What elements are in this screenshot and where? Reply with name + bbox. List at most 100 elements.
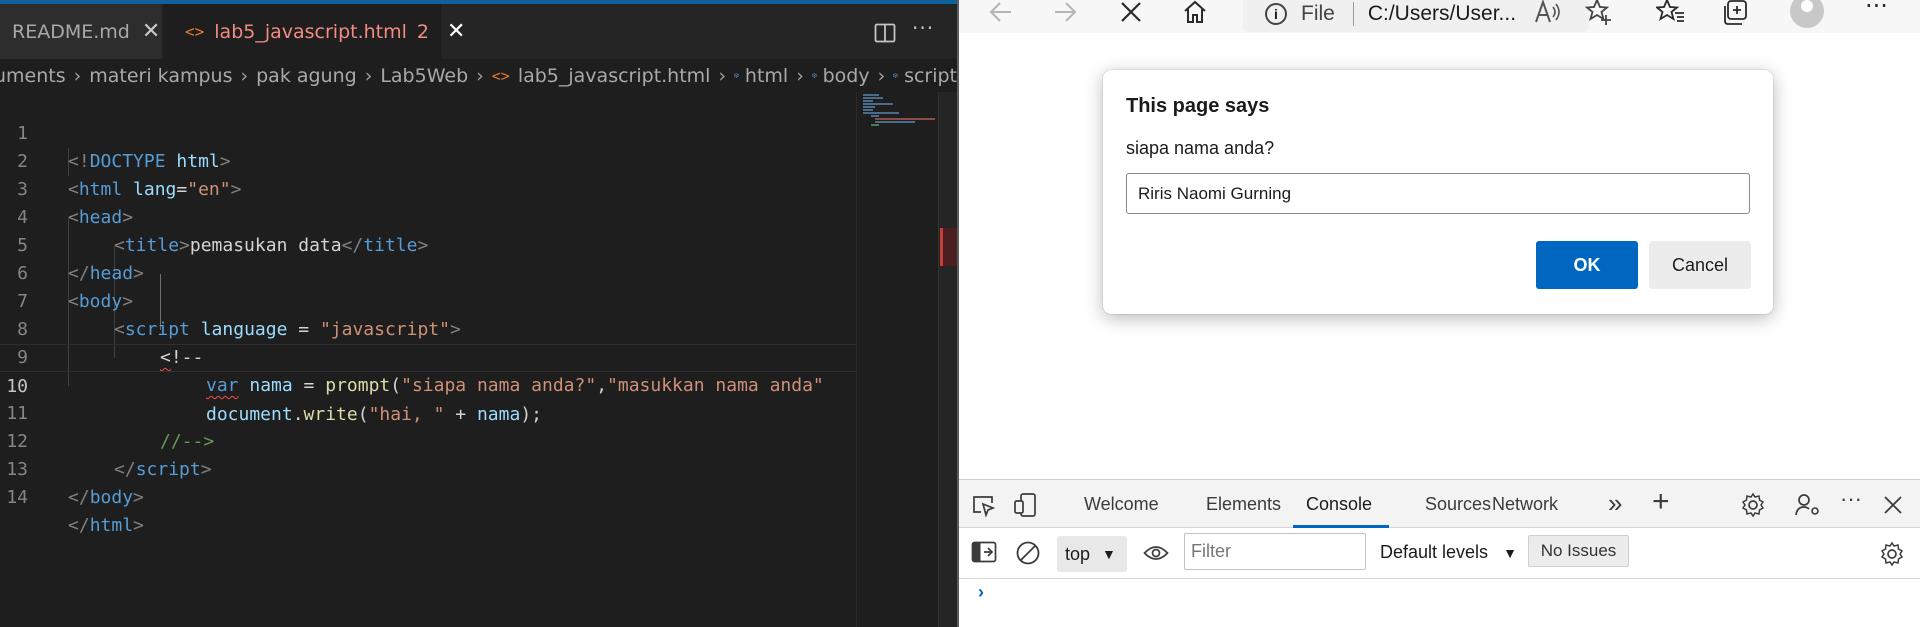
element-cube-icon <box>893 73 898 78</box>
line-number: 14 <box>6 487 28 508</box>
dropdown-arrow-icon: ▼ <box>1503 545 1517 561</box>
chevron-right-icon: › <box>240 64 249 87</box>
close-devtools-icon[interactable] <box>1883 495 1903 515</box>
more-tabs-icon[interactable]: » <box>1608 488 1622 519</box>
tab-readme[interactable]: README.md ✕ <box>0 4 161 59</box>
code-line: 11 //--> <box>0 372 856 452</box>
code-line: 13 </body> <box>0 428 856 508</box>
code-line: 5 </head> <box>0 204 856 284</box>
breadcrumb-item[interactable]: lab5_javascript.html <box>518 65 711 87</box>
chevron-right-icon: › <box>718 64 727 87</box>
code-editor[interactable]: 1 <!DOCTYPE html> 2 <html lang="en"> 3 <… <box>0 92 957 627</box>
breadcrumb-item[interactable]: body <box>823 65 870 87</box>
dialog-title: This page says <box>1126 95 1270 117</box>
ok-button[interactable]: OK <box>1536 241 1638 289</box>
cancel-button[interactable]: Cancel <box>1649 241 1751 289</box>
tab-label: lab5_javascript.html <box>214 20 407 43</box>
breadcrumb-item[interactable]: materi kampus <box>89 65 232 87</box>
device-emulation-icon[interactable] <box>1013 492 1039 518</box>
read-aloud-icon[interactable] <box>1533 0 1563 26</box>
split-editor-icon[interactable] <box>874 22 896 44</box>
code-line: 8 <!-- <box>0 288 856 368</box>
context-value: top <box>1065 543 1091 564</box>
inspect-element-icon[interactable] <box>971 494 997 518</box>
address-prefix: File <box>1301 2 1335 25</box>
code-content: </body> <box>68 487 144 508</box>
tab-console[interactable]: Console <box>1306 494 1372 515</box>
problems-count-badge: 2 <box>416 20 430 43</box>
profile-avatar[interactable] <box>1790 0 1824 28</box>
code-line: 1 <!DOCTYPE html> <box>0 92 856 172</box>
more-options-icon[interactable]: ··· <box>1840 486 1862 512</box>
console-prompt-icon[interactable]: › <box>978 582 984 603</box>
code-line: 7 <script language = "javascript"> <box>0 260 856 340</box>
add-favorite-icon[interactable] <box>1584 0 1614 27</box>
breadcrumb-item[interactable]: uments <box>0 65 66 87</box>
code-content: </html> <box>68 515 144 536</box>
dropdown-arrow-icon: ▼ <box>1102 546 1116 562</box>
web-page: This page says siapa nama anda? OK Cance… <box>959 33 1920 479</box>
tab-sources[interactable]: Sources <box>1425 494 1491 515</box>
add-tab-icon[interactable]: + <box>1652 485 1670 519</box>
scrollbar-error-marker <box>940 228 957 266</box>
tab-network[interactable]: Network <box>1492 494 1558 515</box>
stop-loading-icon[interactable] <box>1119 0 1143 24</box>
code-line: 2 <html lang="en"> <box>0 120 856 200</box>
clear-console-icon[interactable] <box>1015 540 1041 566</box>
code-line: 4 <title>pemasukan data</title> <box>0 176 856 256</box>
tab-label: README.md <box>12 20 130 43</box>
dialog-message: siapa nama anda? <box>1126 138 1275 158</box>
forward-icon[interactable] <box>1051 0 1079 26</box>
tab-lab5-javascript[interactable]: <> lab5_javascript.html 2 ✕ <box>163 4 465 59</box>
console-sidebar-icon[interactable] <box>971 541 997 563</box>
close-icon[interactable]: ✕ <box>447 19 465 44</box>
breadcrumb-item[interactable]: html <box>745 65 788 87</box>
close-icon[interactable]: ✕ <box>142 19 160 44</box>
breadcrumb-item[interactable]: pak agung <box>256 65 357 87</box>
code-line: 3 <head> <box>0 148 856 228</box>
chevron-right-icon: › <box>73 64 82 87</box>
minimap[interactable] <box>856 92 938 627</box>
info-icon[interactable]: i <box>1265 3 1287 25</box>
tab-welcome[interactable]: Welcome <box>1084 494 1159 515</box>
collections-icon[interactable] <box>1721 0 1751 27</box>
element-cube-icon <box>734 73 739 78</box>
vscode-window: README.md ✕ <> lab5_javascript.html 2 ✕ … <box>0 0 957 627</box>
code-line: 9 var nama = prompt("siapa nama anda?","… <box>0 316 856 396</box>
address-divider <box>1352 2 1354 26</box>
log-levels-select[interactable]: Default levels ▼ <box>1380 542 1517 563</box>
breadcrumb: uments › materi kampus › pak agung › Lab… <box>0 59 957 92</box>
more-options-icon[interactable]: ··· <box>1865 0 1888 20</box>
browser-toolbar: i File C:/Users/User... ··· <box>959 0 1920 33</box>
element-cube-icon <box>812 73 817 78</box>
html-file-icon: <> <box>491 66 510 85</box>
chevron-right-icon: › <box>476 64 484 87</box>
code-line: 14 </html> <box>0 456 856 536</box>
live-expression-eye-icon[interactable] <box>1143 543 1169 563</box>
editor-scrollbar[interactable] <box>938 92 957 627</box>
address-url: C:/Users/User... <box>1367 2 1517 25</box>
settings-icon[interactable] <box>1740 492 1766 518</box>
devtools-tab-bar: Welcome Elements Console Sources Network… <box>959 480 1920 528</box>
log-levels-value: Default levels <box>1380 542 1489 562</box>
filter-input[interactable] <box>1184 533 1366 570</box>
context-select[interactable]: top ▼ <box>1057 536 1127 572</box>
chevron-right-icon: › <box>796 64 804 87</box>
breadcrumb-item[interactable]: Lab5Web <box>380 65 468 87</box>
devtools-panel: Welcome Elements Console Sources Network… <box>959 479 1920 627</box>
home-icon[interactable] <box>1181 0 1209 26</box>
breadcrumb-item[interactable]: script <box>904 65 957 87</box>
tab-elements[interactable]: Elements <box>1206 494 1281 515</box>
customize-user-icon[interactable] <box>1794 492 1822 518</box>
favorites-icon[interactable] <box>1656 0 1686 27</box>
console-settings-icon[interactable] <box>1879 541 1905 567</box>
issues-button[interactable]: No Issues <box>1528 535 1629 567</box>
more-actions-icon[interactable]: ··· <box>912 16 934 40</box>
chevron-right-icon: › <box>364 64 373 87</box>
editor-tab-bar: README.md ✕ <> lab5_javascript.html 2 ✕ … <box>0 4 957 59</box>
html-file-icon: <> <box>185 22 205 41</box>
back-icon[interactable] <box>987 0 1015 26</box>
code-line: 12 </script> <box>0 400 856 480</box>
dialog-input[interactable] <box>1126 173 1750 214</box>
browser-window: i File C:/Users/User... ··· This page sa… <box>957 0 1920 627</box>
